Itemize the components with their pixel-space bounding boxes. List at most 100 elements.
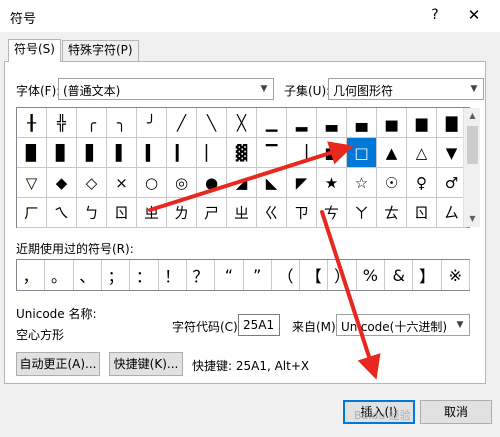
symbol-cell[interactable]: ◤ bbox=[287, 168, 317, 198]
chevron-down-icon: ▼ bbox=[456, 320, 464, 330]
scroll-up-icon[interactable]: ▲ bbox=[464, 108, 481, 124]
recent-symbol-cell[interactable]: ） bbox=[328, 260, 357, 290]
symbol-cell[interactable]: ◣ bbox=[257, 168, 287, 198]
tab-symbols[interactable]: 符号(S) bbox=[8, 39, 61, 62]
symbol-cell[interactable]: ◢ bbox=[227, 168, 257, 198]
char-code-input[interactable]: 25A1 bbox=[238, 314, 280, 336]
symbol-cell[interactable]: ㄊ bbox=[377, 198, 407, 228]
symbol-cell[interactable]: ▌ bbox=[107, 138, 137, 168]
symbol-cell[interactable]: ◎ bbox=[167, 168, 197, 198]
from-value: Unicode(十六进制) bbox=[341, 320, 448, 334]
symbol-cell[interactable]: ▂ bbox=[287, 108, 317, 138]
recent-symbol-cell[interactable]: 。 bbox=[45, 260, 74, 290]
symbol-cell[interactable]: ╂ bbox=[17, 108, 47, 138]
symbol-grid-scrollbar[interactable]: ▲ ▼ bbox=[463, 108, 480, 227]
recent-symbol-cell[interactable]: ， bbox=[17, 260, 46, 290]
symbol-cell[interactable]: ☆ bbox=[347, 168, 377, 198]
symbol-cell[interactable]: ○ bbox=[137, 168, 167, 198]
subset-label: 子集(U): bbox=[284, 84, 331, 98]
symbol-cell[interactable]: ㄍ bbox=[257, 198, 287, 228]
symbol-cell[interactable]: ㄖ bbox=[407, 198, 437, 228]
symbol-grid[interactable]: ╂ ╬ ╭ ╮ ╯ ╱ ╲ ╳ ▁ ▂ ▃ ▄ ▅ ▆ ▇ ▉ ▊ ▋ ▌ ▍ ▎ ▏ ▓ ▔ ▕ ■ □ ▲ △ ▼ ▽ ◆ ◇ × ○ ◎ ● ◢ ◣ ◤… bbox=[16, 107, 470, 228]
symbol-cell[interactable]: × bbox=[107, 168, 137, 198]
recent-symbol-cell[interactable]: ： bbox=[130, 260, 159, 290]
cancel-button[interactable]: 取消 bbox=[420, 400, 492, 424]
symbol-cell[interactable]: ㄗ bbox=[287, 198, 317, 228]
symbol-cell[interactable]: ▉ bbox=[17, 138, 47, 168]
recent-symbol-cell[interactable]: & bbox=[385, 260, 414, 290]
symbol-cell[interactable]: ▊ bbox=[47, 138, 77, 168]
symbol-cell[interactable]: ★ bbox=[317, 168, 347, 198]
recent-symbol-cell[interactable]: 【 bbox=[300, 260, 329, 290]
symbol-cell[interactable]: ☉ bbox=[377, 168, 407, 198]
dialog-title: 符号 bbox=[10, 12, 37, 27]
symbol-cell[interactable]: ■ bbox=[317, 138, 347, 168]
scroll-down-icon[interactable]: ▼ bbox=[464, 211, 481, 227]
symbol-cell[interactable]: ╲ bbox=[197, 108, 227, 138]
recent-symbol-cell[interactable]: ※ bbox=[442, 260, 470, 290]
from-select[interactable]: Unicode(十六进制) ▼ bbox=[336, 314, 470, 336]
symbol-cell[interactable]: ▏ bbox=[197, 138, 227, 168]
symbol-cell[interactable]: ㄅ bbox=[77, 198, 107, 228]
symbol-cell[interactable]: ▲ bbox=[377, 138, 407, 168]
scroll-thumb[interactable] bbox=[467, 126, 478, 164]
recent-symbols-grid[interactable]: ，。、；：！？ “” （【）% &】 ※ bbox=[16, 259, 470, 291]
symbol-cell[interactable]: ╮ bbox=[107, 108, 137, 138]
symbol-cell[interactable]: ㄏ bbox=[17, 198, 47, 228]
symbol-cell[interactable]: ▅ bbox=[377, 108, 407, 138]
recent-symbol-cell[interactable]: （ bbox=[272, 260, 301, 290]
symbol-cell[interactable]: ◆ bbox=[47, 168, 77, 198]
symbol-cell[interactable]: ▽ bbox=[17, 168, 47, 198]
symbol-cell[interactable]: ㄟ bbox=[47, 198, 77, 228]
symbol-cell[interactable]: ▎ bbox=[167, 138, 197, 168]
shortcut-key-button[interactable]: 快捷键(K)... bbox=[109, 352, 183, 376]
recent-symbol-cell[interactable]: ！ bbox=[159, 260, 187, 290]
symbol-cell[interactable]: ㄘ bbox=[317, 198, 347, 228]
symbol-cell[interactable]: ◇ bbox=[77, 168, 107, 198]
symbol-cell[interactable]: ▋ bbox=[77, 138, 107, 168]
font-value: (普通文本) bbox=[63, 84, 121, 98]
symbol-cell[interactable]: ▓ bbox=[227, 138, 257, 168]
symbol-cell[interactable]: ㄕ bbox=[197, 198, 227, 228]
title-bar: 符号 ? ✕ bbox=[0, 0, 500, 32]
symbol-cell[interactable]: ╭ bbox=[77, 108, 107, 138]
symbol-cell[interactable]: ● bbox=[197, 168, 227, 198]
recent-symbol-cell[interactable]: ？ bbox=[187, 260, 216, 290]
symbol-cell[interactable]: ╱ bbox=[167, 108, 197, 138]
symbol-cell[interactable]: ㄚ bbox=[347, 198, 377, 228]
symbol-cell[interactable]: ▁ bbox=[257, 108, 287, 138]
symbol-cell[interactable]: ▕ bbox=[287, 138, 317, 168]
recent-symbol-cell[interactable]: ” bbox=[244, 260, 272, 290]
symbol-cell[interactable]: ▄ bbox=[347, 108, 377, 138]
recent-symbol-cell[interactable]: ； bbox=[102, 260, 131, 290]
tab-special-characters[interactable]: 特殊字符(P) bbox=[62, 40, 139, 61]
symbol-cell[interactable]: ㄖ bbox=[107, 198, 137, 228]
symbol-cell[interactable]: ▔ bbox=[257, 138, 287, 168]
symbol-cell[interactable]: △ bbox=[407, 138, 437, 168]
symbol-cell[interactable]: ㄓ bbox=[137, 198, 167, 228]
symbol-cell[interactable]: ♀ bbox=[407, 168, 437, 198]
recent-symbols-label: 近期使用过的符号(R): bbox=[16, 242, 134, 256]
symbol-cell[interactable]: □ bbox=[347, 138, 377, 168]
help-button[interactable]: ? bbox=[424, 4, 446, 26]
symbol-cell[interactable]: ╯ bbox=[137, 108, 167, 138]
recent-symbol-cell[interactable]: “ bbox=[215, 260, 244, 290]
autocorrect-button[interactable]: 自动更正(A)... bbox=[16, 352, 100, 376]
symbol-cell[interactable]: ╬ bbox=[47, 108, 77, 138]
close-button[interactable]: ✕ bbox=[462, 4, 486, 26]
unicode-name-label: Unicode 名称: bbox=[16, 307, 97, 321]
from-label: 来自(M): bbox=[292, 320, 340, 334]
font-label: 字体(F): bbox=[16, 84, 61, 98]
recent-symbol-cell[interactable]: % bbox=[357, 260, 386, 290]
symbol-cell[interactable]: ╳ bbox=[227, 108, 257, 138]
symbol-cell[interactable]: ㄌ bbox=[167, 198, 197, 228]
font-select[interactable]: (普通文本) ▼ bbox=[58, 78, 274, 100]
unicode-name-value: 空心方形 bbox=[16, 328, 65, 342]
recent-symbol-cell[interactable]: 】 bbox=[413, 260, 442, 290]
symbol-cell[interactable]: ▆ bbox=[407, 108, 437, 138]
symbol-cell[interactable]: ㄓ bbox=[227, 198, 257, 228]
symbol-cell[interactable]: ▍ bbox=[137, 138, 167, 168]
symbol-cell[interactable]: ▃ bbox=[317, 108, 347, 138]
subset-select[interactable]: 几何图形符 ▼ bbox=[328, 78, 484, 100]
recent-symbol-cell[interactable]: 、 bbox=[74, 260, 102, 290]
